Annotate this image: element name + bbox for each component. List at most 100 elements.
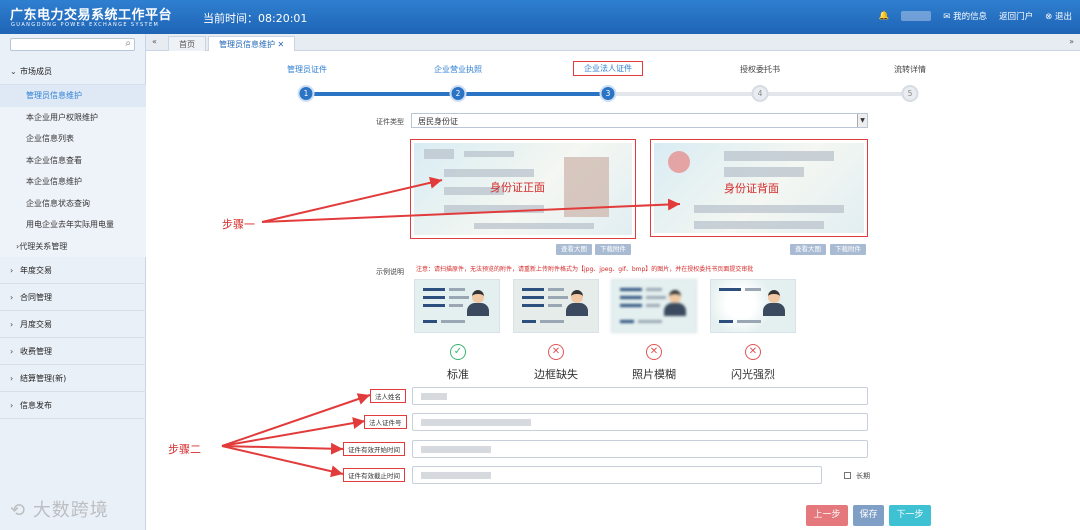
chevron-right-icon: ›	[10, 293, 14, 302]
legal-name-label: 法人姓名	[370, 389, 406, 403]
prev-step-button[interactable]: 上一步	[806, 505, 848, 526]
thumb-bar	[620, 288, 642, 291]
sidebar-item-company-list[interactable]: 企业信息列表	[0, 128, 146, 150]
blurred-value	[421, 419, 531, 426]
example-label-flash: 闪光强烈	[731, 368, 775, 381]
example-label-blurry: 照片模糊	[632, 368, 676, 381]
blur-block	[694, 205, 844, 213]
valid-start-label: 证件有效开始时间	[343, 442, 405, 456]
collapse-sidebar-icon[interactable]: «	[152, 37, 157, 46]
next-step-button[interactable]: 下一步	[889, 505, 931, 526]
blur-block	[464, 151, 514, 157]
thumb-bar	[737, 320, 761, 323]
legal-id-input[interactable]	[412, 413, 868, 431]
thumb-bar	[548, 288, 564, 291]
annotation-step-two: 步骤二	[168, 443, 201, 456]
sidebar-item-user-permissions[interactable]: 本企业用户权限维护	[0, 106, 146, 128]
thumb-bar	[522, 304, 544, 307]
annotation-step-one: 步骤一	[222, 218, 255, 231]
step-circle-5[interactable]: 5	[901, 85, 919, 102]
x-circle-icon: ✕	[548, 344, 564, 360]
valid-start-input[interactable]	[412, 440, 868, 458]
person-icon	[467, 290, 489, 316]
my-info-link[interactable]: ✉ 我的信息	[943, 10, 987, 22]
id-back-download-button[interactable]: 下载附件	[830, 244, 866, 255]
thumb-bar	[423, 304, 445, 307]
sidebar-item-company-maintain[interactable]: 本企业信息维护	[0, 171, 146, 193]
top-header: 广东电力交易系统工作平台 GUANGDONG POWER EXCHANGE SY…	[0, 0, 1080, 34]
id-back-view-button[interactable]: 查看大图	[790, 244, 826, 255]
sidebar-item-company-view[interactable]: 本企业信息查看	[0, 149, 146, 171]
expand-icon[interactable]: »	[1069, 37, 1074, 46]
step-label-5[interactable]: 流转详情	[894, 64, 926, 75]
person-body	[763, 303, 785, 316]
person-icon	[664, 290, 686, 316]
sidebar-group-fees[interactable]: › 收费管理	[0, 338, 146, 365]
blur-block	[724, 151, 834, 161]
long-term-checkbox[interactable]	[844, 472, 851, 479]
current-time: 当前时间：08:20:01	[203, 12, 308, 25]
close-tab-icon[interactable]: ✕	[278, 40, 285, 49]
sidebar-group-annual-trade[interactable]: › 年度交易	[0, 257, 146, 284]
sidebar-item-admin-info[interactable]: 管理员信息维护	[0, 85, 146, 107]
id-front-caption: 身份证正面	[490, 181, 545, 194]
id-back-caption: 身份证背面	[724, 182, 779, 195]
thumb-bar	[646, 288, 662, 291]
thumb-bar	[449, 304, 463, 307]
mail-icon: ✉	[943, 12, 954, 22]
sidebar-group-info-release[interactable]: › 信息发布	[0, 392, 146, 419]
thumb-bar	[522, 320, 536, 323]
x-circle-icon: ✕	[646, 344, 662, 360]
step-circle-1[interactable]: 1	[297, 85, 315, 102]
upload-note: 注意：请扫描原件，无法预览的附件，请重新上传附件格式为【jpg、jpeg、gif…	[416, 266, 754, 273]
sidebar-group-market-members[interactable]: ⌄ 市场成员	[0, 58, 146, 85]
blur-block	[444, 205, 544, 213]
thumb-bar	[620, 296, 642, 299]
step-circle-3[interactable]: 3	[599, 85, 617, 102]
legal-name-input[interactable]	[412, 387, 868, 405]
step-label-4[interactable]: 授权委托书	[740, 64, 780, 75]
id-front-download-button[interactable]: 下载附件	[595, 244, 631, 255]
sidebar-item-agency[interactable]: ›代理关系管理	[0, 235, 146, 257]
watermark-logo: ⟲ 大数跨境	[10, 500, 109, 521]
valid-end-input[interactable]	[412, 466, 822, 484]
x-circle-icon: ✕	[745, 344, 761, 360]
bell-icon[interactable]: 🔔	[879, 11, 890, 21]
dropdown-arrow-icon[interactable]: ▼	[857, 114, 867, 127]
step-circle-4[interactable]: 4	[751, 85, 769, 102]
cert-type-select[interactable]: 居民身份证 ▼	[411, 113, 868, 128]
step-label-3[interactable]: 企业法人证件	[573, 61, 643, 76]
sidebar-item-company-status[interactable]: 企业信息状态查询	[0, 192, 146, 214]
sidebar-item-last-year-usage[interactable]: 用电企业去年实际用电量	[0, 214, 146, 236]
thumb-bar	[719, 288, 741, 291]
sidebar-group-monthly-trade[interactable]: › 月度交易	[0, 311, 146, 338]
tab-bar: « 首页 管理员信息维护 ✕ »	[146, 34, 1080, 51]
sidebar-group-contracts[interactable]: › 合同管理	[0, 284, 146, 311]
thumb-bar	[423, 296, 445, 299]
example-thumb-blurry	[611, 279, 697, 333]
valid-end-label: 证件有效截止时间	[343, 468, 405, 482]
step-label-1[interactable]: 管理员证件	[287, 64, 327, 75]
search-icon[interactable]: ⌕	[125, 38, 131, 49]
sidebar-group-settlement[interactable]: › 结算管理(新)	[0, 365, 146, 392]
person-head	[472, 290, 484, 303]
tab-admin-info[interactable]: 管理员信息维护 ✕	[208, 36, 296, 51]
thumb-bar	[620, 320, 634, 323]
save-button[interactable]: 保存	[853, 505, 884, 526]
thumb-bar	[646, 296, 666, 299]
thumb-bar	[441, 320, 465, 323]
blurred-value	[421, 446, 491, 453]
id-back-card[interactable]: 身份证背面	[650, 139, 868, 237]
example-thumb-border-missing	[513, 279, 599, 333]
id-front-view-button[interactable]: 查看大图	[556, 244, 592, 255]
step-label-2[interactable]: 企业营业执照	[434, 64, 482, 75]
sidebar-search-input[interactable]: ⌕	[10, 38, 135, 51]
logout-link[interactable]: ⊗ 退出	[1045, 10, 1072, 22]
example-label-border: 边框缺失	[534, 368, 578, 381]
tab-home[interactable]: 首页	[168, 36, 206, 51]
blur-block	[724, 167, 804, 177]
step-circle-2[interactable]: 2	[449, 85, 467, 102]
return-portal-link[interactable]: 返回门户	[999, 10, 1033, 22]
id-front-card[interactable]: 身份证正面	[410, 139, 636, 239]
blur-block	[694, 221, 824, 229]
